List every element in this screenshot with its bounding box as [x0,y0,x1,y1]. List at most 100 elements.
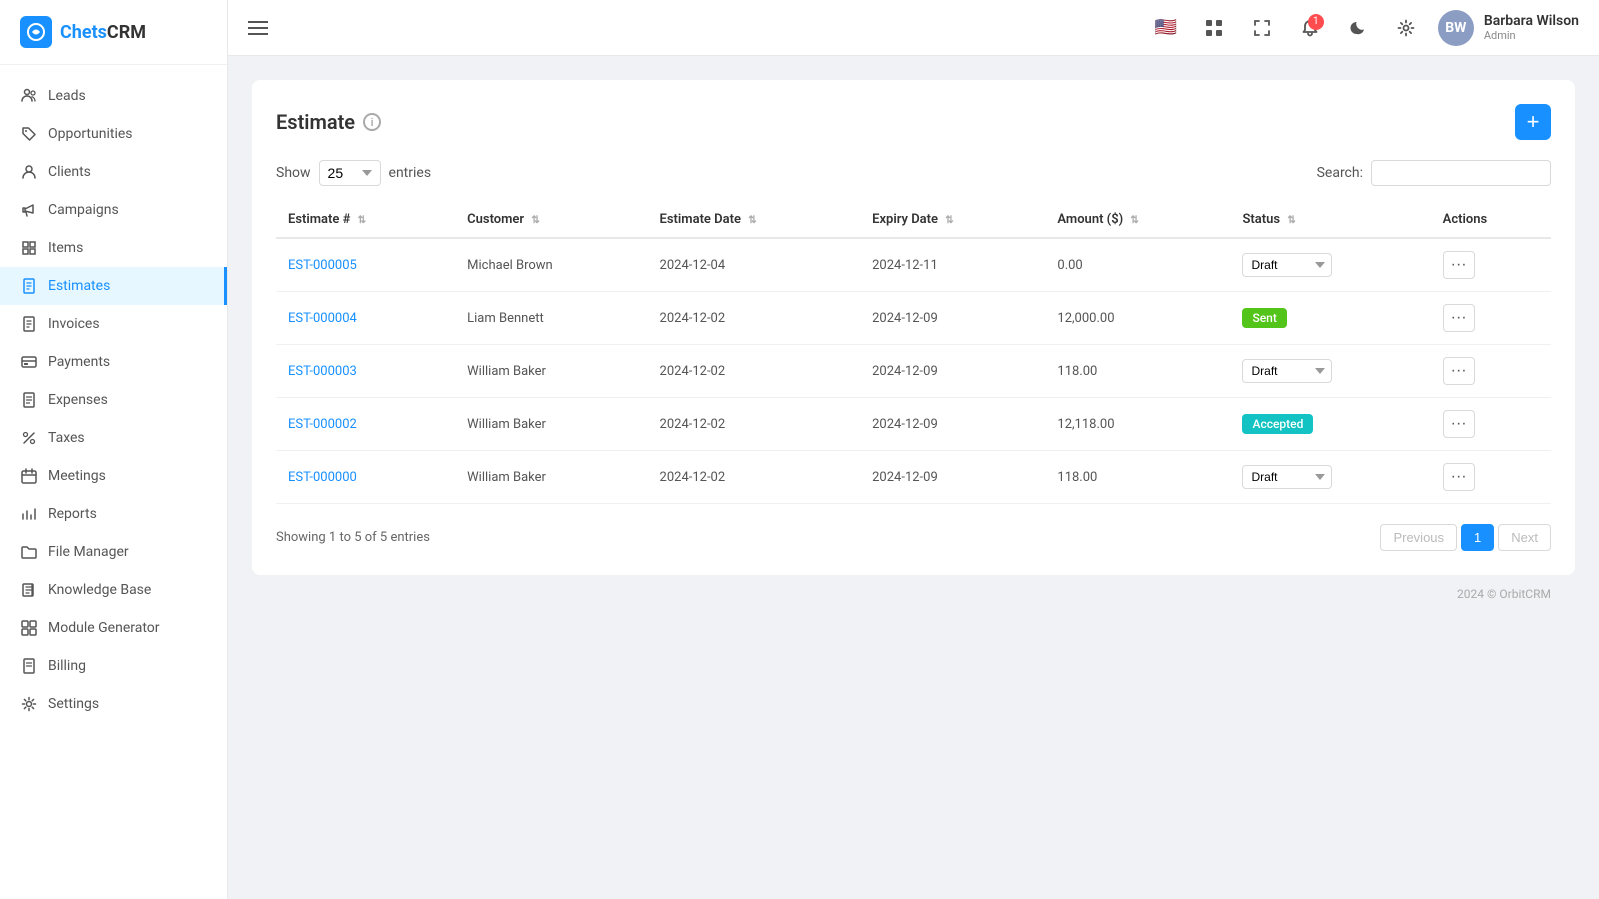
language-selector[interactable]: 🇺🇸 [1150,12,1182,44]
amount-cell: 0.00 [1045,238,1230,292]
info-icon[interactable]: i [363,113,381,131]
customer-cell: Liam Bennett [455,292,647,345]
sidebar-item-items[interactable]: Items [0,229,227,267]
pagination: Previous 1 Next [1380,524,1551,551]
sidebar-label-invoices: Invoices [48,316,100,332]
amount-cell: 118.00 [1045,345,1230,398]
book-icon [20,581,38,599]
sidebar-item-file-manager[interactable]: File Manager [0,533,227,571]
search-row: Search: [1317,160,1551,186]
user-name: Barbara Wilson [1484,13,1579,29]
status-draft-select[interactable]: DraftSentAccepted [1242,465,1332,489]
col-estimate-num[interactable]: Estimate # ⇅ [276,202,455,238]
actions-button[interactable]: ··· [1443,251,1475,279]
sidebar-item-payments[interactable]: Payments [0,343,227,381]
customer-cell: William Baker [455,345,647,398]
sidebar-label-meetings: Meetings [48,468,106,484]
sidebar-label-settings: Settings [48,696,99,712]
sidebar-item-knowledge-base[interactable]: Knowledge Base [0,571,227,609]
previous-button[interactable]: Previous [1380,524,1457,551]
sidebar-item-campaigns[interactable]: Campaigns [0,191,227,229]
avatar: BW [1438,10,1474,46]
app-grid-button[interactable] [1198,12,1230,44]
gear-icon [20,695,38,713]
col-amount[interactable]: Amount ($) ⇅ [1045,202,1230,238]
actions-button[interactable]: ··· [1443,463,1475,491]
sidebar-label-leads: Leads [48,88,86,104]
status-badge-sent: Sent [1242,308,1286,328]
table-body: EST-000005Michael Brown2024-12-042024-12… [276,238,1551,504]
page-title-row: Estimate i [276,110,381,134]
sidebar-label-module-generator: Module Generator [48,620,160,636]
actions-button[interactable]: ··· [1443,304,1475,332]
sidebar-item-expenses[interactable]: Expenses [0,381,227,419]
sidebar-item-estimates[interactable]: Estimates [0,267,227,305]
sidebar-item-settings[interactable]: Settings [0,685,227,723]
col-customer[interactable]: Customer ⇅ [455,202,647,238]
add-estimate-button[interactable]: + [1515,104,1551,140]
sidebar-item-clients[interactable]: Clients [0,153,227,191]
col-status[interactable]: Status ⇅ [1230,202,1430,238]
sidebar-item-meetings[interactable]: Meetings [0,457,227,495]
table-row: EST-000004Liam Bennett2024-12-022024-12-… [276,292,1551,345]
status-draft-select[interactable]: DraftSentAccepted [1242,253,1332,277]
sidebar-label-payments: Payments [48,354,110,370]
actions-cell: ··· [1431,292,1551,345]
sidebar-item-reports[interactable]: Reports [0,495,227,533]
header-settings-button[interactable] [1390,12,1422,44]
sidebar-item-invoices[interactable]: Invoices [0,305,227,343]
sort-icon-estimate-date: ⇅ [748,215,756,226]
table-header: Estimate # ⇅ Customer ⇅ Estimate Date ⇅ [276,202,1551,238]
entries-label: entries [389,165,432,181]
next-button[interactable]: Next [1498,524,1551,551]
estimate-num-cell[interactable]: EST-000005 [276,238,455,292]
status-cell[interactable]: DraftSentAccepted [1230,238,1430,292]
status-cell[interactable]: DraftSentAccepted [1230,345,1430,398]
notifications-button[interactable]: 1 [1294,12,1326,44]
page-1-button[interactable]: 1 [1461,524,1494,551]
status-cell[interactable]: Sent [1230,292,1430,345]
sidebar-item-module-generator[interactable]: Module Generator [0,609,227,647]
fullscreen-button[interactable] [1246,12,1278,44]
sort-icon-amount: ⇅ [1130,215,1138,226]
actions-cell: ··· [1431,238,1551,292]
user-profile[interactable]: BW Barbara Wilson Admin [1438,10,1579,46]
sidebar-item-billing[interactable]: Billing [0,647,227,685]
main-area: 🇺🇸 [228,0,1599,899]
users-icon [20,87,38,105]
sort-icon-status: ⇅ [1287,215,1295,226]
sidebar: ChetsCRM Leads Opportunitie [0,0,228,899]
hamburger-menu[interactable] [248,21,268,35]
dark-mode-toggle[interactable] [1342,12,1374,44]
actions-button[interactable]: ··· [1443,357,1475,385]
document-icon [20,277,38,295]
estimate-num-cell[interactable]: EST-000000 [276,451,455,504]
status-draft-select[interactable]: DraftSentAccepted [1242,359,1332,383]
estimate-num-cell[interactable]: EST-000002 [276,398,455,451]
customer-cell: William Baker [455,398,647,451]
receipt-icon [20,391,38,409]
sidebar-label-clients: Clients [48,164,91,180]
estimate-num-cell[interactable]: EST-000003 [276,345,455,398]
expiry-date-cell: 2024-12-09 [860,398,1045,451]
estimate-num-cell[interactable]: EST-000004 [276,292,455,345]
actions-button[interactable]: ··· [1443,410,1475,438]
logo[interactable]: ChetsCRM [0,0,227,65]
status-badge-accepted: Accepted [1242,414,1313,434]
search-input[interactable] [1371,160,1551,186]
user-role: Admin [1484,29,1579,42]
entries-per-page-select[interactable]: 10 25 50 100 [319,160,381,186]
sidebar-navigation: Leads Opportunities Clients [0,65,227,735]
col-expiry-date[interactable]: Expiry Date ⇅ [860,202,1045,238]
actions-cell: ··· [1431,345,1551,398]
table-row: EST-000003William Baker2024-12-022024-12… [276,345,1551,398]
col-estimate-date[interactable]: Estimate Date ⇅ [648,202,861,238]
sidebar-item-taxes[interactable]: Taxes [0,419,227,457]
estimate-date-cell: 2024-12-02 [648,451,861,504]
actions-cell: ··· [1431,451,1551,504]
sidebar-item-leads[interactable]: Leads [0,77,227,115]
actions-cell: ··· [1431,398,1551,451]
status-cell[interactable]: Accepted [1230,398,1430,451]
sidebar-item-opportunities[interactable]: Opportunities [0,115,227,153]
status-cell[interactable]: DraftSentAccepted [1230,451,1430,504]
